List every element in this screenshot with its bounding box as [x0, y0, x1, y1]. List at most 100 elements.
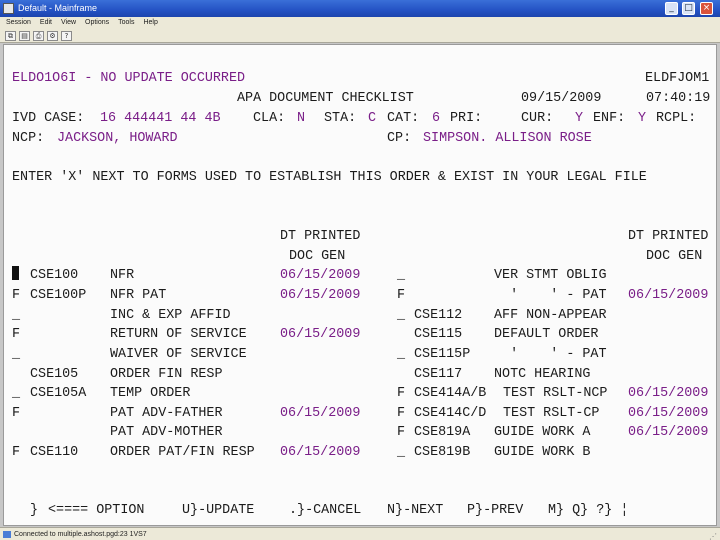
menu-tools[interactable]: Tools	[118, 17, 134, 29]
form-date: 06/15/2009	[280, 288, 361, 303]
left-col-header-printed: DT PRINTED	[280, 229, 361, 244]
form-desc: ' ' - PAT	[494, 288, 607, 303]
menu-help[interactable]: Help	[143, 17, 157, 29]
form-date: 06/15/2009	[628, 386, 709, 401]
form-desc: VER STMT OBLIG	[494, 268, 607, 283]
selection-field[interactable]: F	[397, 404, 405, 424]
cla-label: CLA:	[253, 111, 286, 126]
minimize-icon[interactable]: _	[665, 2, 678, 15]
sta-label: STA:	[324, 111, 357, 126]
selection-field[interactable]: _	[12, 306, 20, 326]
selection-field[interactable]: _	[397, 266, 405, 286]
form-desc: INC & EXP AFFID	[110, 308, 231, 323]
print-icon[interactable]: ⎙	[33, 30, 44, 41]
selection-field[interactable]: F	[397, 286, 405, 306]
selection-field[interactable]: _	[397, 306, 405, 326]
system-message: ELDO1O6I - NO UPDATE OCCURRED	[12, 71, 246, 86]
pri-label: PRI:	[450, 111, 483, 126]
form-desc: TEMP ORDER	[110, 386, 191, 401]
form-code: CSE819A	[414, 425, 471, 440]
menu-options[interactable]: Options	[85, 17, 109, 29]
selection-field[interactable]: F	[397, 423, 405, 443]
screen-title: APA DOCUMENT CHECKLIST	[237, 91, 414, 106]
form-code: CSE115P	[414, 347, 471, 362]
status-text: Connected to multiple.ashost.pgd:23 1VS7	[14, 531, 147, 538]
form-date: 06/15/2009	[628, 406, 709, 421]
screen-date: 09/15/2009	[521, 91, 602, 106]
cla-value: N	[297, 111, 306, 126]
ivd-case-label: IVD CASE:	[12, 111, 85, 126]
selection-field[interactable]: F	[397, 384, 405, 404]
selection-field[interactable]: F	[12, 325, 20, 345]
app-icon	[3, 3, 14, 14]
pf-next[interactable]: N}-NEXT	[387, 501, 443, 521]
option-input[interactable]: }	[30, 501, 38, 521]
form-desc: PAT ADV-FATHER	[110, 406, 223, 421]
ivd-case-value: 16 444441 44 4B	[100, 111, 221, 126]
form-code: CSE100	[30, 268, 79, 283]
ncp-label: NCP:	[12, 131, 45, 146]
maximize-icon[interactable]: □	[682, 2, 695, 15]
help-icon[interactable]: ?	[61, 30, 72, 41]
pf-cancel[interactable]: .}-CANCEL	[289, 501, 361, 521]
left-col-header-docgen: DOC GEN	[289, 249, 346, 264]
screen-time: 07:40:19	[646, 91, 711, 106]
selection-field[interactable]: _	[12, 345, 20, 365]
selection-field[interactable]: _	[397, 345, 405, 365]
form-date: 06/15/2009	[628, 425, 709, 440]
sta-value: C	[368, 111, 377, 126]
selection-field[interactable]: F	[12, 286, 20, 306]
selection-field[interactable]: _	[397, 443, 405, 463]
paste-icon[interactable]: ▤	[19, 30, 30, 41]
form-date: 06/15/2009	[280, 406, 361, 421]
form-desc: ' ' - PAT	[494, 347, 607, 362]
form-code: CSE117	[414, 367, 463, 382]
selection-field[interactable]: F	[12, 443, 20, 463]
cp-value: SIMPSON. ALLISON ROSE	[423, 131, 592, 146]
menu-view[interactable]: View	[61, 17, 76, 29]
form-desc: ORDER PAT/FIN RESP	[110, 445, 255, 460]
selection-field[interactable]	[12, 266, 19, 286]
terminal-screen[interactable]: ELDO1O6I - NO UPDATE OCCURRED ELDFJOM1 A…	[3, 44, 717, 526]
cursor	[12, 266, 19, 280]
cur-label: CUR:	[521, 111, 554, 126]
pf-prev[interactable]: P}-PREV	[467, 501, 523, 521]
right-col-header-printed: DT PRINTED	[628, 229, 709, 244]
settings-icon[interactable]: ⚙	[47, 30, 58, 41]
pf-misc-keys[interactable]: M} Q} ?} ¦	[548, 501, 628, 521]
form-desc: TEST RSLT-CP	[503, 406, 600, 421]
right-col-header-docgen: DOC GEN	[646, 249, 703, 264]
menu-edit[interactable]: Edit	[40, 17, 52, 29]
menu-bar: Session Edit View Options Tools Help	[0, 17, 720, 29]
option-label: <==== OPTION	[48, 503, 145, 518]
close-icon[interactable]: ×	[700, 2, 713, 15]
enf-value: Y	[638, 111, 647, 126]
enf-label: ENF:	[593, 111, 626, 126]
selection-field[interactable]: _	[12, 384, 20, 404]
window-title-bar: Default - Mainframe _ □ ×	[0, 0, 720, 17]
menu-session[interactable]: Session	[6, 17, 31, 29]
rcpl-label: RCPL:	[656, 111, 697, 126]
cat-value: 6	[432, 111, 441, 126]
form-code: CSE414C/D	[414, 406, 487, 421]
form-desc: ORDER FIN RESP	[110, 367, 223, 382]
pf-update[interactable]: U}-UPDATE	[182, 501, 254, 521]
resize-grip-icon[interactable]: ⋰	[709, 530, 717, 540]
form-date: 06/15/2009	[280, 445, 361, 460]
connection-icon	[3, 531, 11, 538]
form-code: CSE110	[30, 445, 79, 460]
form-desc: GUIDE WORK A	[494, 425, 591, 440]
form-desc: RETURN OF SERVICE	[110, 327, 247, 342]
form-code: CSE414A/B	[414, 386, 487, 401]
screen-id: ELDFJOM1	[645, 71, 710, 86]
form-desc: TEST RSLT-NCP	[503, 386, 608, 401]
form-desc: NFR	[110, 268, 135, 283]
form-date: 06/15/2009	[280, 268, 361, 283]
copy-icon[interactable]: ⧉	[5, 30, 16, 41]
form-code: CSE115	[414, 327, 463, 342]
form-desc: WAIVER OF SERVICE	[110, 347, 247, 362]
instruction-text: ENTER 'X' NEXT TO FORMS USED TO ESTABLIS…	[12, 170, 647, 185]
form-date: 06/15/2009	[628, 288, 709, 303]
selection-field[interactable]: F	[12, 404, 20, 424]
form-code: CSE100P	[30, 288, 87, 303]
